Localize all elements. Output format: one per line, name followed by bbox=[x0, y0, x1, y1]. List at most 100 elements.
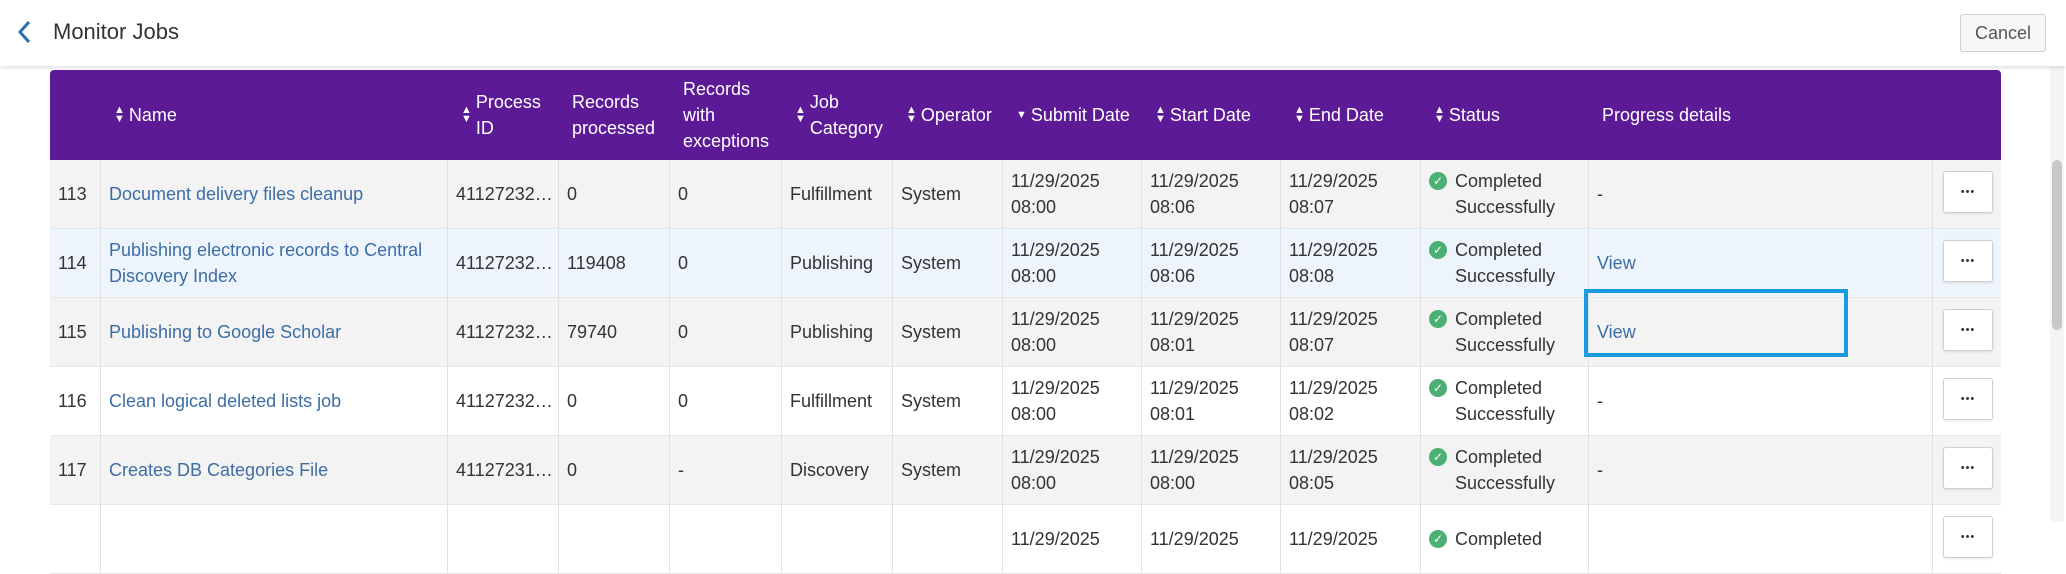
row-actions-button[interactable]: ••• bbox=[1943, 516, 1993, 558]
table-row[interactable]: 11/29/2025 11/29/2025 11/29/2025 ✓ Completed… bbox=[50, 505, 2001, 574]
job-name-link[interactable]: Publishing electronic records to Central… bbox=[109, 237, 447, 289]
view-progress-link[interactable]: View bbox=[1597, 250, 1636, 276]
row-number: 117 bbox=[58, 460, 87, 480]
col-name-header[interactable]: ▲ ▼ Name bbox=[114, 70, 443, 160]
view-progress-link[interactable]: View bbox=[1597, 319, 1636, 345]
status-cell: ✓ Completed bbox=[1420, 505, 1588, 573]
job-name-link[interactable]: Publishing to Google Scholar bbox=[109, 319, 341, 345]
row-actions-button[interactable]: ••• bbox=[1943, 171, 1993, 213]
submit-date: 11/29/2025 08:00 bbox=[1011, 168, 1100, 220]
job-name-link[interactable]: Creates DB Categories File bbox=[109, 457, 328, 483]
col-status-header[interactable]: ▲ ▼ Status bbox=[1434, 70, 1584, 160]
actions-cell: ••• bbox=[1932, 367, 1993, 435]
row-number: 113 bbox=[58, 184, 87, 204]
cancel-button[interactable]: Cancel bbox=[1960, 14, 2046, 52]
ellipsis-icon: ••• bbox=[1960, 462, 1976, 474]
row-actions-button[interactable]: ••• bbox=[1943, 309, 1993, 351]
start-date-time: 08:06 bbox=[1150, 266, 1196, 286]
start-date-cell: 11/29/2025 bbox=[1141, 505, 1280, 573]
status: ✓ Completed Successfully bbox=[1429, 375, 1555, 427]
start-date: 11/29/2025 bbox=[1150, 526, 1239, 552]
job-name-link[interactable]: Clean logical deleted lists job bbox=[109, 388, 341, 414]
operator-cell: System bbox=[892, 436, 1002, 504]
job-category-cell: Fulfillment bbox=[781, 367, 892, 435]
header-label: Progress details bbox=[1602, 105, 1732, 125]
status-cell: ✓ Completed Successfully bbox=[1420, 298, 1588, 366]
progress-details: - bbox=[1597, 184, 1603, 204]
sort-icon: ▲ ▼ bbox=[795, 104, 806, 125]
sort-icon: ▲ ▼ bbox=[906, 104, 917, 125]
submit-date-day: 11/29/2025 bbox=[1011, 171, 1100, 191]
col-submit-date-header[interactable]: ▼ Submit Date bbox=[1016, 70, 1137, 160]
progress-details-cell: - bbox=[1588, 160, 1932, 228]
row-actions-button[interactable]: ••• bbox=[1943, 447, 1993, 489]
submit-date-day: 11/29/2025 bbox=[1011, 378, 1100, 398]
row-actions-button[interactable]: ••• bbox=[1943, 378, 1993, 420]
records-exceptions-cell: 0 bbox=[669, 298, 781, 366]
start-date-time: 08:06 bbox=[1150, 197, 1196, 217]
status-line-2: Successfully bbox=[1455, 335, 1556, 355]
process-id: 41127232… bbox=[456, 184, 553, 204]
job-category: Publishing bbox=[790, 322, 874, 342]
table-row[interactable]: 116 Clean logical deleted lists job 411272… bbox=[50, 367, 2001, 436]
job-category: Publishing bbox=[790, 253, 874, 273]
table-row[interactable]: 113 Document delivery files cleanup 411272… bbox=[50, 160, 2001, 229]
table-row[interactable]: 115 Publishing to Google Scholar 41127232…… bbox=[50, 298, 2001, 367]
process-id-cell: 41127232… bbox=[447, 229, 558, 297]
job-category-cell: Publishing bbox=[781, 298, 892, 366]
end-date-cell: 11/29/2025 08:07 bbox=[1280, 298, 1420, 366]
header-label: Records with exceptions bbox=[683, 79, 770, 151]
end-date-day: 11/29/2025 bbox=[1289, 240, 1378, 260]
submit-date-time: 08:00 bbox=[1011, 266, 1057, 286]
row-number-cell: 116 bbox=[50, 367, 100, 435]
col-operator-header[interactable]: ▲ ▼ Operator bbox=[906, 70, 998, 160]
records-processed: 0 bbox=[567, 184, 578, 204]
process-id: 41127231… bbox=[456, 460, 553, 480]
records-processed: 79740 bbox=[567, 322, 618, 342]
job-category-cell: Publishing bbox=[781, 229, 892, 297]
end-date: 11/29/2025 08:07 bbox=[1289, 168, 1378, 220]
process-id-cell: 41127232… bbox=[447, 367, 558, 435]
sort-icon: ▲ ▼ bbox=[1155, 104, 1166, 125]
ellipsis-icon: ••• bbox=[1960, 186, 1976, 198]
end-date: 11/29/2025 08:02 bbox=[1289, 375, 1378, 427]
header-label: Operator bbox=[920, 105, 992, 125]
check-circle-icon: ✓ bbox=[1429, 448, 1447, 466]
col-process-id-header[interactable]: ▲ ▼ Process ID bbox=[461, 70, 554, 160]
start-date-cell: 11/29/2025 08:01 bbox=[1141, 367, 1280, 435]
operator-cell: System bbox=[892, 160, 1002, 228]
records-processed: 0 bbox=[567, 391, 578, 411]
actions-cell: ••• bbox=[1932, 229, 1993, 297]
status-line-2: Successfully bbox=[1455, 473, 1556, 493]
status: ✓ Completed bbox=[1429, 526, 1542, 552]
job-category: Fulfillment bbox=[790, 391, 873, 411]
process-id: 41127232… bbox=[456, 391, 553, 411]
table-row[interactable]: 114 Publishing electronic records to Cent… bbox=[50, 229, 2001, 298]
start-date-day: 11/29/2025 bbox=[1150, 378, 1239, 398]
col-job-category-header[interactable]: ▲ ▼ Job Category bbox=[795, 70, 888, 160]
job-name-link[interactable]: Document delivery files cleanup bbox=[109, 181, 363, 207]
submit-date-day: 11/29/2025 bbox=[1011, 447, 1100, 467]
scrollbar-thumb[interactable] bbox=[2052, 160, 2062, 330]
progress-details: - bbox=[1597, 460, 1603, 480]
start-date-cell: 11/29/2025 08:06 bbox=[1141, 160, 1280, 228]
records-exceptions-cell: 0 bbox=[669, 229, 781, 297]
row-actions-button[interactable]: ••• bbox=[1943, 240, 1993, 282]
status-text: Completed Successfully bbox=[1455, 306, 1555, 358]
col-start-date-header[interactable]: ▲ ▼ Start Date bbox=[1155, 70, 1276, 160]
start-date-time: 08:01 bbox=[1150, 404, 1196, 424]
back-button[interactable] bbox=[12, 14, 36, 50]
table-row[interactable]: 117 Creates DB Categories File 41127231… 0 -… bbox=[50, 436, 2001, 505]
status-text: Completed Successfully bbox=[1455, 168, 1555, 220]
submit-date-day: 11/29/2025 bbox=[1011, 309, 1100, 329]
status-line-1: Completed bbox=[1455, 240, 1543, 260]
status: ✓ Completed Successfully bbox=[1429, 237, 1555, 289]
process-id-cell bbox=[447, 505, 558, 573]
start-date-day: 11/29/2025 bbox=[1150, 240, 1239, 260]
col-end-date-header[interactable]: ▲ ▼ End Date bbox=[1294, 70, 1416, 160]
name-cell: Publishing to Google Scholar bbox=[100, 298, 447, 366]
header-label: Start Date bbox=[1169, 105, 1251, 125]
end-date-day: 11/29/2025 bbox=[1289, 378, 1378, 398]
header-label: Records processed bbox=[572, 92, 656, 138]
end-date: 11/29/2025 08:08 bbox=[1289, 237, 1378, 289]
